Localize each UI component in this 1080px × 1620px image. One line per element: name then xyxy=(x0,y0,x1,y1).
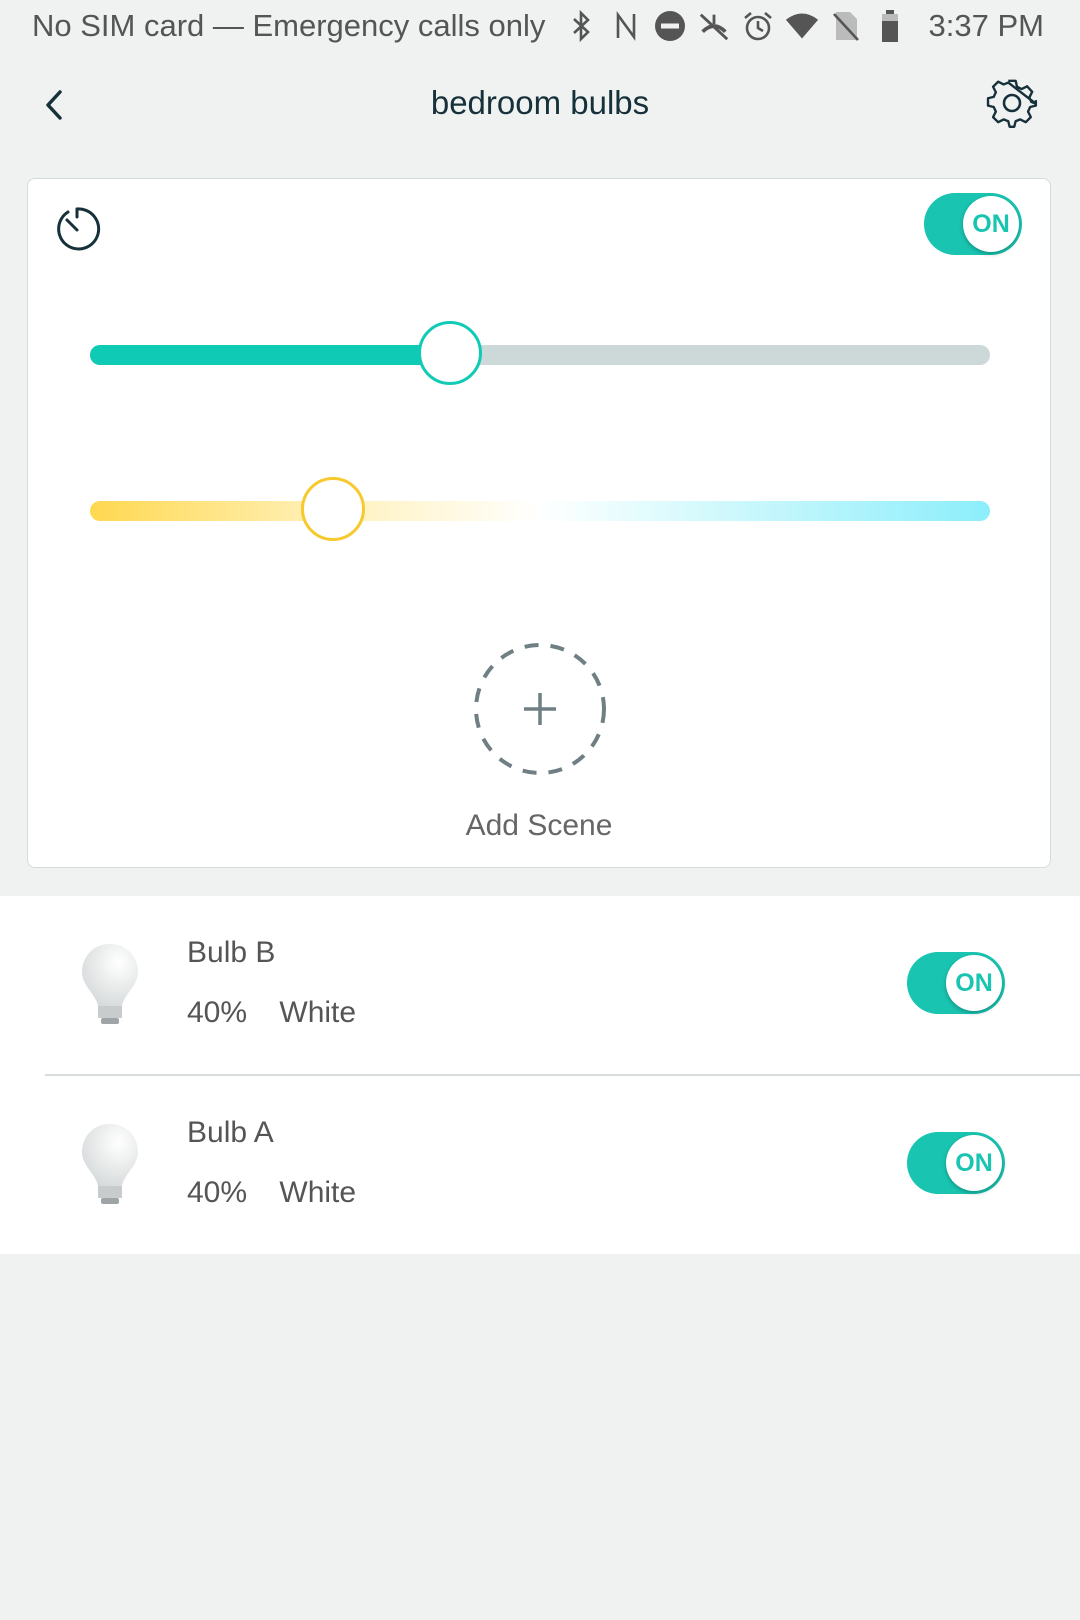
device-mode: White xyxy=(279,1176,357,1209)
group-control-card: ON Add Scene xyxy=(27,178,1051,868)
timer-button[interactable] xyxy=(52,204,102,254)
carrier-status: No SIM card — Emergency calls only xyxy=(32,8,546,43)
settings-button[interactable] xyxy=(982,74,1042,134)
device-brightness: 40% xyxy=(187,996,248,1029)
device-list: Bulb B 40% White ON Bulb A 40% White ON xyxy=(0,896,1080,1254)
brightness-fill xyxy=(90,345,450,365)
gear-icon xyxy=(986,79,1038,128)
battery-icon xyxy=(873,8,907,44)
color-temperature-slider[interactable] xyxy=(90,477,990,541)
bulb-a-power-toggle[interactable]: ON xyxy=(907,1132,1005,1194)
status-bar: No SIM card — Emergency calls only 3:37 … xyxy=(0,0,1080,56)
add-scene-label: Add Scene xyxy=(465,809,613,842)
nfc-icon xyxy=(609,8,643,44)
device-name: Bulb A xyxy=(187,1116,274,1149)
list-item[interactable]: Bulb A 40% White ON xyxy=(45,1074,1080,1254)
no-data-icon xyxy=(697,8,731,44)
timer-icon xyxy=(57,207,101,251)
device-brightness: 40% xyxy=(187,1176,248,1209)
brightness-thumb[interactable] xyxy=(418,321,482,385)
do-not-disturb-icon xyxy=(653,8,687,44)
alarm-icon xyxy=(741,8,775,44)
toggle-knob: ON xyxy=(963,196,1019,252)
light-bulb-icon xyxy=(82,1124,138,1204)
status-icons xyxy=(565,8,907,44)
device-name: Bulb B xyxy=(187,936,276,969)
group-power-toggle[interactable]: ON xyxy=(924,193,1022,255)
brightness-slider[interactable] xyxy=(90,321,990,385)
device-meta: 40% White xyxy=(187,1176,356,1210)
color-temperature-track xyxy=(90,501,990,521)
device-info: Bulb B 40% White xyxy=(187,936,356,1030)
wifi-icon xyxy=(785,8,819,44)
color-temperature-thumb[interactable] xyxy=(301,477,365,541)
status-time: 3:37 PM xyxy=(928,8,1044,43)
add-scene-button[interactable] xyxy=(470,639,610,779)
plus-icon xyxy=(474,643,606,775)
page-title: bedroom bulbs xyxy=(430,84,650,121)
bluetooth-icon xyxy=(565,8,599,44)
toggle-knob: ON xyxy=(946,1135,1002,1191)
app-bar: bedroom bulbs xyxy=(0,56,1080,156)
list-item[interactable]: Bulb B 40% White ON xyxy=(0,896,1080,1074)
light-bulb-icon xyxy=(82,944,138,1024)
device-info: Bulb A 40% White xyxy=(187,1116,356,1210)
device-mode: White xyxy=(279,996,357,1029)
device-meta: 40% White xyxy=(187,996,356,1030)
no-sim-icon xyxy=(829,8,863,44)
toggle-knob: ON xyxy=(946,955,1002,1011)
bulb-b-power-toggle[interactable]: ON xyxy=(907,952,1005,1014)
